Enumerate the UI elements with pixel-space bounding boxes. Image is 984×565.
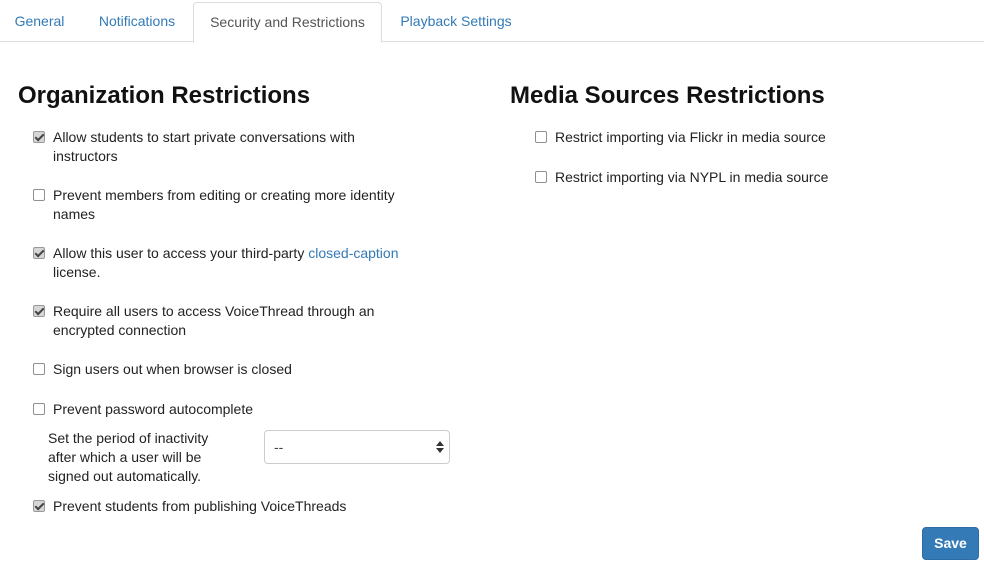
flickr-checkbox[interactable] <box>535 131 547 143</box>
inactivity-period-label: Set the period of inactivity after which… <box>48 430 209 484</box>
option-label: Prevent students from publishing VoiceTh… <box>53 498 347 514</box>
option-label: Restrict importing via NYPL in media sou… <box>555 169 829 185</box>
encrypted-connection-checkbox[interactable] <box>33 305 45 317</box>
closed-caption-link[interactable]: closed-caption <box>308 245 398 261</box>
option-flickr: Restrict importing via Flickr in media s… <box>535 128 955 147</box>
tab-security-and-restrictions[interactable]: Security and Restrictions <box>193 2 382 43</box>
organization-restrictions-title: Organization Restrictions <box>18 82 311 109</box>
inactivity-period-select[interactable]: -- <box>264 430 450 464</box>
identity-names-checkbox[interactable] <box>33 189 45 201</box>
tab-playback-settings[interactable]: Playback Settings <box>384 2 528 42</box>
closed-caption-text-after: license. <box>53 264 101 280</box>
option-nypl: Restrict importing via NYPL in media sou… <box>535 168 955 187</box>
option-label: Restrict importing via Flickr in media s… <box>555 129 826 145</box>
option-label: Allow this user to access your third-par… <box>33 244 403 282</box>
closed-caption-checkbox[interactable] <box>33 247 45 259</box>
private-conversations-checkbox[interactable] <box>33 131 45 143</box>
media-sources-restrictions-title: Media Sources Restrictions <box>510 82 825 109</box>
option-label: Require all users to access VoiceThread … <box>53 303 375 338</box>
password-autocomplete-checkbox[interactable] <box>33 403 45 415</box>
option-identity-names: Prevent members from editing or creating… <box>33 186 403 224</box>
nypl-checkbox[interactable] <box>535 171 547 183</box>
option-sign-out-on-close: Sign users out when browser is closed <box>33 360 403 379</box>
option-label: Prevent password autocomplete <box>53 401 253 417</box>
option-password-autocomplete: Prevent password autocomplete <box>33 400 403 419</box>
tab-general[interactable]: General <box>0 2 79 42</box>
option-prevent-publishing: Prevent students from publishing VoiceTh… <box>33 497 403 516</box>
prevent-publishing-checkbox[interactable] <box>33 500 45 512</box>
settings-tabs: General Notifications Security and Restr… <box>0 0 984 43</box>
inactivity-period-value: -- <box>274 439 284 455</box>
save-button[interactable]: Save <box>922 527 979 560</box>
option-label: Allow students to start private conversa… <box>53 129 355 164</box>
option-private-conversations: Allow students to start private conversa… <box>33 128 403 166</box>
option-closed-caption: Allow this user to access your third-par… <box>33 244 403 282</box>
option-label: Prevent members from editing or creating… <box>53 187 395 222</box>
tab-notifications[interactable]: Notifications <box>81 2 193 42</box>
option-label: Sign users out when browser is closed <box>53 361 292 377</box>
sign-out-on-close-checkbox[interactable] <box>33 363 45 375</box>
closed-caption-text-before: Allow this user to access your third-par… <box>53 245 309 261</box>
option-encrypted-connection: Require all users to access VoiceThread … <box>33 302 403 340</box>
up-down-arrows-icon <box>436 439 444 455</box>
